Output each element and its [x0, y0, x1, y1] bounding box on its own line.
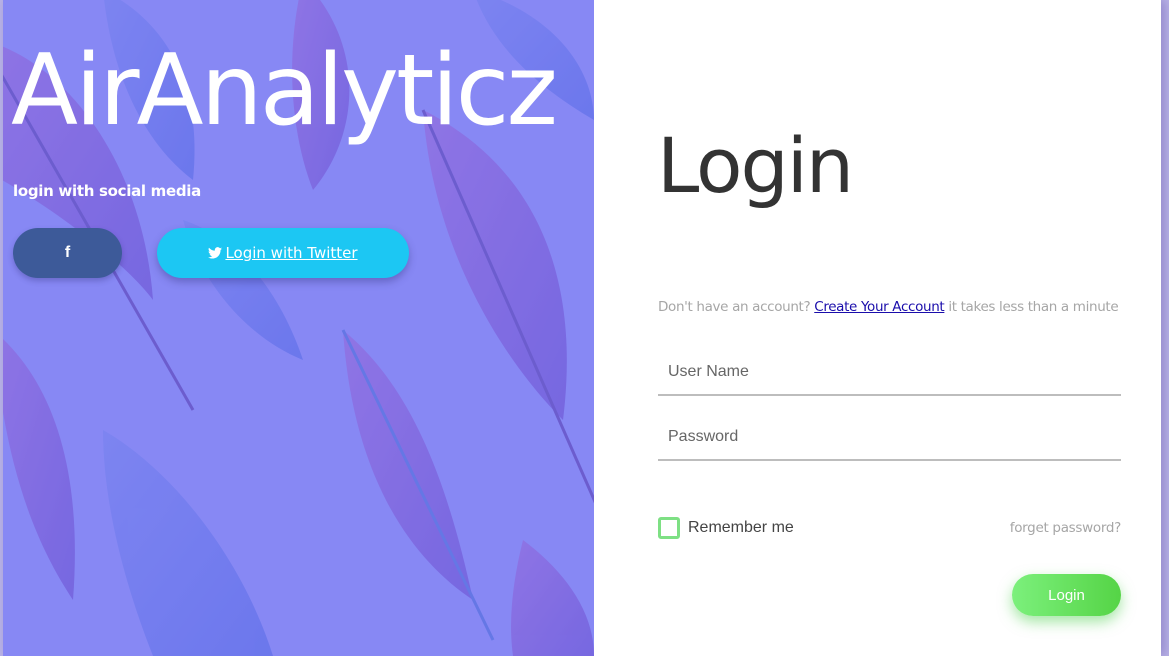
remember-me-label: Remember me [688, 519, 794, 536]
login-card: AirAnalyticz login with social media f L… [3, 0, 1161, 656]
username-input[interactable] [658, 350, 1121, 396]
login-heading: Login [657, 121, 854, 210]
signup-prefix: Don't have an account? [658, 299, 811, 315]
facebook-icon: f [64, 244, 71, 261]
remember-me-option[interactable]: Remember me [658, 517, 794, 539]
signup-suffix: it takes less than a minute [948, 299, 1119, 315]
signup-prompt: Don't have an account? Create Your Accou… [658, 299, 1128, 315]
login-form-panel: Login Don't have an account? Create Your… [594, 0, 1161, 656]
password-input[interactable] [658, 415, 1121, 461]
remember-me-checkbox[interactable] [658, 517, 680, 539]
create-account-link[interactable]: Create Your Account [814, 299, 944, 315]
forgot-password-link[interactable]: forget password? [1010, 520, 1122, 536]
twitter-login-label: Login with Twitter [225, 244, 358, 262]
brand-title: AirAnalyticz [11, 34, 558, 148]
hero-panel: AirAnalyticz login with social media f L… [3, 0, 594, 656]
twitter-icon [208, 247, 223, 259]
twitter-login-button[interactable]: Login with Twitter [157, 228, 409, 278]
facebook-login-button[interactable]: f [13, 228, 122, 278]
social-login-caption: login with social media [13, 182, 201, 200]
login-button[interactable]: Login [1012, 574, 1121, 616]
